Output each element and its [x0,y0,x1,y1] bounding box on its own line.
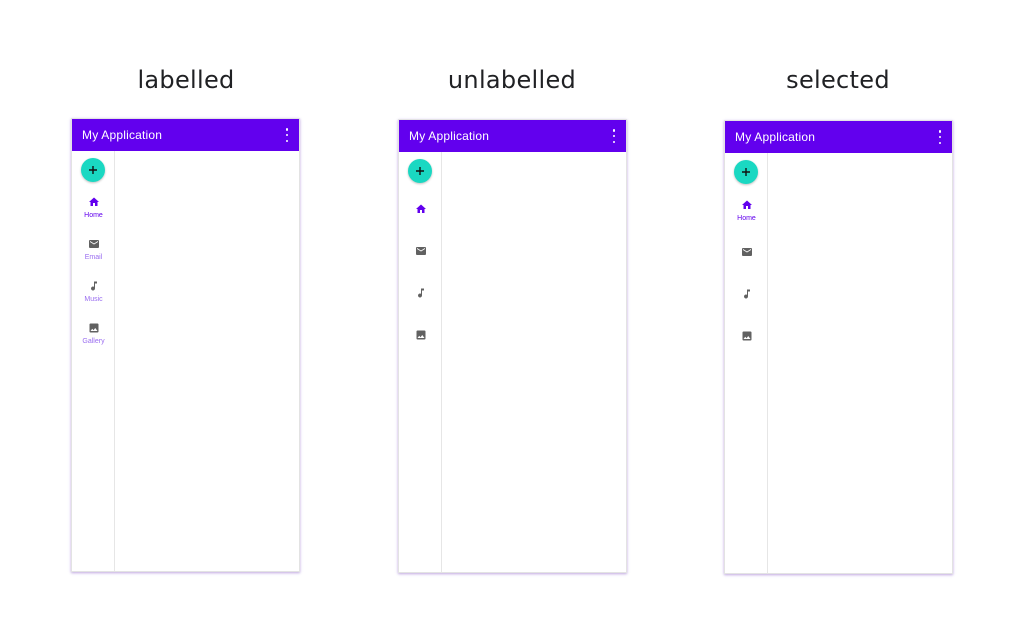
music-note-icon [743,289,750,299]
navigation-rail: Home [725,153,768,573]
plus-icon [742,168,750,176]
rail-item-gallery[interactable] [399,329,442,363]
navigation-rail [399,152,442,572]
caption-selected: selected [786,66,890,94]
rail-item-home[interactable]: Home [72,196,115,230]
rail-item-email[interactable] [399,245,442,279]
rail-item-music[interactable]: Music [72,280,115,314]
phone-labelled: My Application Home Email Music Gallery [71,118,300,572]
rail-item-gallery[interactable] [725,330,768,364]
image-icon [416,330,425,340]
rail-item-label: Gallery [82,338,105,345]
email-icon [741,248,752,256]
email-icon [415,247,426,255]
content-area [769,153,952,573]
home-icon [88,197,99,206]
fab-add-button[interactable] [734,160,758,184]
more-vert-icon[interactable] [611,129,617,143]
fab-add-button[interactable] [81,158,105,182]
music-note-icon [90,281,97,291]
rail-item-music[interactable] [725,288,768,322]
rail-item-home[interactable]: Home [725,199,768,233]
image-icon [89,323,98,333]
app-title: My Application [409,129,490,143]
plus-icon [416,167,424,175]
app-title: My Application [735,130,816,144]
top-app-bar: My Application [725,121,952,153]
content-area [116,151,299,571]
caption-labelled: labelled [137,66,235,94]
top-app-bar: My Application [72,119,299,151]
rail-item-label: Music [84,296,103,303]
music-note-icon [417,288,424,298]
rail-item-email[interactable]: Email [72,238,115,272]
rail-item-email[interactable] [725,246,768,280]
more-vert-icon[interactable] [937,130,943,144]
plus-icon [89,166,97,174]
rail-item-music[interactable] [399,287,442,321]
more-vert-icon[interactable] [284,128,290,142]
rail-item-gallery[interactable]: Gallery [72,322,115,356]
phone-selected: My Application Home [724,120,953,574]
home-icon [741,200,752,209]
fab-add-button[interactable] [408,159,432,183]
content-area [443,152,626,572]
email-icon [88,240,99,248]
caption-unlabelled: unlabelled [447,66,577,94]
top-app-bar: My Application [399,120,626,152]
phone-unlabelled: My Application [398,119,627,573]
image-icon [742,331,751,341]
app-title: My Application [82,128,163,142]
rail-item-label: Home [84,212,103,219]
rail-item-home[interactable] [399,203,442,237]
rail-item-label: Home [737,215,756,222]
home-icon [415,204,426,213]
rail-item-label: Email [84,254,103,261]
navigation-rail: Home Email Music Gallery [72,151,115,571]
